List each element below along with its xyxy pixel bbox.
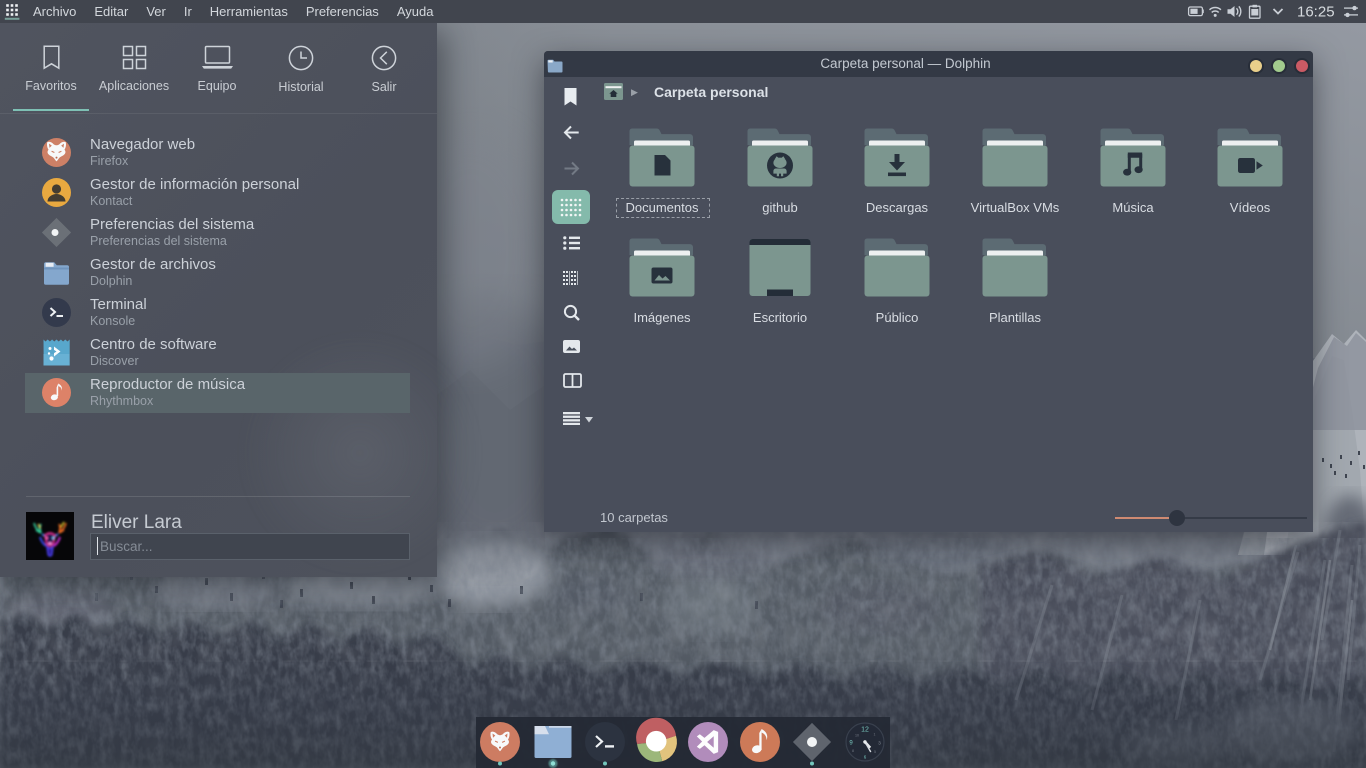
svg-text:12: 12 — [861, 727, 869, 734]
svg-text:10: 10 — [855, 734, 859, 738]
svg-text:16:25: 16:25 — [1297, 4, 1335, 21]
svg-text:8: 8 — [852, 749, 854, 753]
svg-text:1: 1 — [874, 733, 876, 737]
svg-text:5: 5 — [874, 750, 876, 754]
